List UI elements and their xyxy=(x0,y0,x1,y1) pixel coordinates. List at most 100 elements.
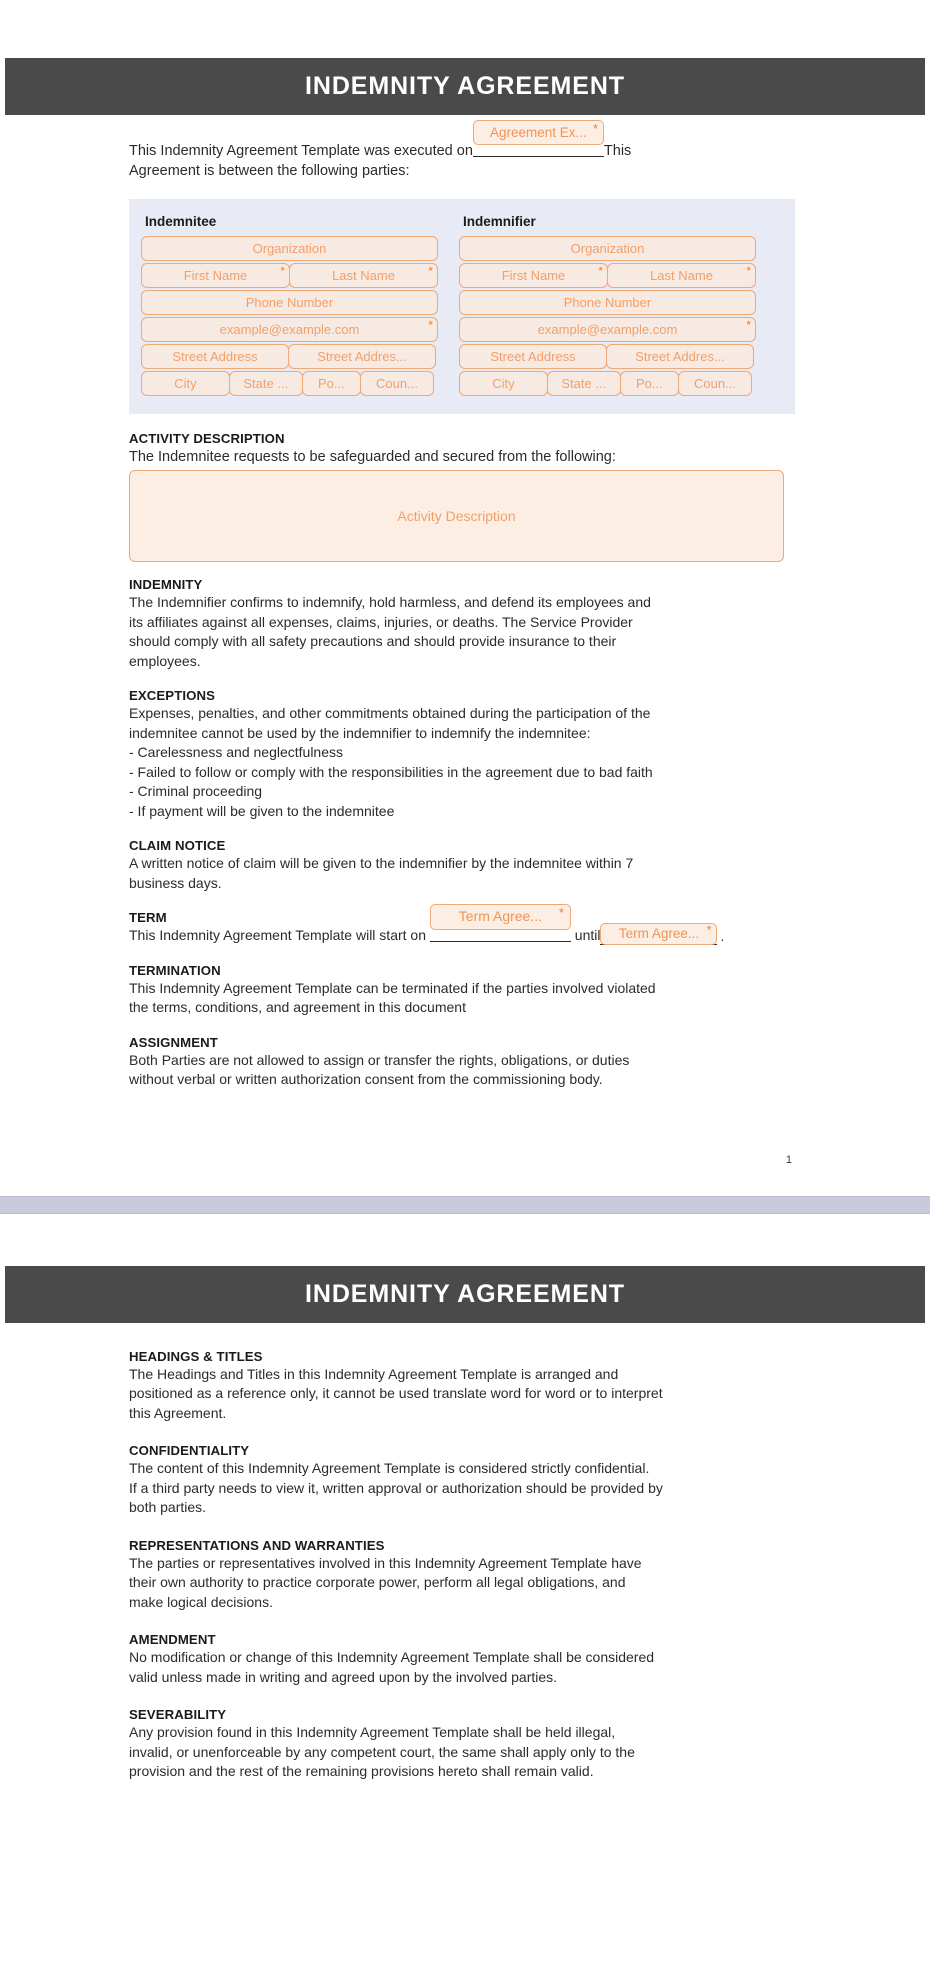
indemnitee-state-input[interactable]: State ... xyxy=(228,371,303,396)
section-claim-notice: CLAIM NOTICE A written notice of claim w… xyxy=(129,838,795,893)
indemnifier-street-address-input[interactable]: Street Address xyxy=(459,344,607,369)
claim-notice-heading: CLAIM NOTICE xyxy=(129,838,226,853)
indemnitee-street-address-2-input[interactable]: Street Addres... xyxy=(288,344,436,369)
indemnifier-country-input[interactable]: Coun... xyxy=(677,371,752,396)
indemnity-line-1: The Indemnifier confirms to indemnify, h… xyxy=(129,594,651,610)
page-break-bar xyxy=(0,1195,930,1214)
document-page-2: INDEMNITY AGREEMENT HEADINGS & TITLES Th… xyxy=(0,1213,930,1782)
term-start-date-field[interactable]: Term Agree... * xyxy=(429,904,571,930)
confidentiality-line-3: both parties. xyxy=(129,1499,207,1515)
indemnitee-country-input[interactable]: Coun... xyxy=(359,371,434,396)
term-text-before: This Indemnity Agreement Template will s… xyxy=(129,927,426,943)
indemnifier-phone-placeholder: Phone Number xyxy=(563,295,652,310)
activity-description-placeholder: Activity Description xyxy=(397,508,516,524)
indemnitee-organization-placeholder: Organization xyxy=(252,241,327,256)
indemnitee-street-address-input[interactable]: Street Address xyxy=(141,344,289,369)
required-asterisk-icon: * xyxy=(592,121,598,136)
indemnitee-first-name-placeholder: First Name xyxy=(183,268,248,283)
severability-body: Any provision found in this Indemnity Ag… xyxy=(129,1723,795,1782)
activity-description-lead: The Indemnitee requests to be safeguarde… xyxy=(129,449,616,465)
exceptions-body: Expenses, penalties, and other commitmen… xyxy=(129,704,795,821)
indemnitee-name-row: First Name * Last Name * xyxy=(141,263,438,288)
indemnifier-country-placeholder: Coun... xyxy=(694,376,736,391)
term-body: This Indemnity Agreement Template will s… xyxy=(129,904,795,946)
document-page-1: INDEMNITY AGREEMENT This Indemnity Agree… xyxy=(0,0,930,1196)
intro-text-before: This Indemnity Agreement Template was ex… xyxy=(129,143,473,159)
claim-notice-line-1: A written notice of claim will be given … xyxy=(129,855,634,871)
headings-titles-line-3: this Agreement. xyxy=(129,1404,227,1421)
indemnifier-email-row: example@example.com * xyxy=(459,317,756,342)
exceptions-bullet-3: - Criminal proceeding xyxy=(129,783,263,799)
claim-notice-body: A written notice of claim will be given … xyxy=(129,854,795,893)
indemnity-line-3: should comply with all safety precaution… xyxy=(129,633,617,649)
activity-description-textarea[interactable]: Activity Description xyxy=(129,470,784,562)
agreement-execution-date-field[interactable]: Agreement Ex... * xyxy=(472,120,604,145)
document-root: INDEMNITY AGREEMENT This Indemnity Agree… xyxy=(0,0,930,1782)
termination-line-2: the terms, conditions, and agreement in … xyxy=(129,999,466,1015)
indemnitee-phone-input[interactable]: Phone Number xyxy=(141,290,438,315)
indemnifier-phone-input[interactable]: Phone Number xyxy=(459,290,756,315)
document-title-banner-page-2: INDEMNITY AGREEMENT xyxy=(5,1265,925,1323)
section-termination: TERMINATION This Indemnity Agreement Tem… xyxy=(129,963,795,1018)
section-activity-description: ACTIVITY DESCRIPTION The Indemnitee requ… xyxy=(129,431,795,562)
indemnitee-city-input[interactable]: City xyxy=(141,371,230,396)
indemnitee-city-placeholder: City xyxy=(174,376,197,391)
indemnitee-phone-row: Phone Number xyxy=(141,290,438,315)
intro-paragraph: This Indemnity Agreement Template was ex… xyxy=(129,120,795,181)
indemnifier-organization-input[interactable]: Organization xyxy=(459,236,756,261)
exceptions-bullet-1: - Carelessness and neglectfulness xyxy=(129,744,344,760)
severability-heading: SEVERABILITY xyxy=(129,1707,227,1722)
activity-description-heading: ACTIVITY DESCRIPTION xyxy=(129,431,285,446)
page-1-content: This Indemnity Agreement Template was ex… xyxy=(0,120,930,1090)
termination-line-1: This Indemnity Agreement Template can be… xyxy=(129,979,656,996)
page-number-1: 1 xyxy=(785,1153,792,1166)
term-start-date-field-wrap: Term Agree... * xyxy=(429,904,571,946)
indemnifier-email-input[interactable]: example@example.com * xyxy=(459,317,756,342)
term-end-date-field[interactable]: Term Agree... * xyxy=(600,923,718,945)
section-headings-titles: HEADINGS & TITLES The Headings and Title… xyxy=(129,1349,795,1424)
indemnifier-city-placeholder: City xyxy=(492,376,515,391)
indemnifier-first-name-input[interactable]: First Name * xyxy=(459,263,608,288)
required-asterisk-icon: * xyxy=(746,318,751,332)
indemnifier-last-name-input[interactable]: Last Name * xyxy=(607,263,756,288)
required-asterisk-icon: * xyxy=(746,264,751,278)
indemnitee-email-input[interactable]: example@example.com * xyxy=(141,317,438,342)
indemnity-heading: INDEMNITY xyxy=(129,577,203,592)
document-title-banner: INDEMNITY AGREEMENT xyxy=(5,58,925,115)
indemnitee-country-placeholder: Coun... xyxy=(376,376,418,391)
indemnifier-column: Indemnifier Organization First Name * La… xyxy=(459,214,756,398)
required-asterisk-icon: * xyxy=(706,923,712,937)
term-text-after: . xyxy=(720,928,725,944)
section-amendment: AMENDMENT No modification or change of t… xyxy=(129,1632,795,1687)
required-asterisk-icon: * xyxy=(428,318,433,332)
representations-body: The parties or representatives involved … xyxy=(129,1554,795,1613)
headings-titles-body: The Headings and Titles in this Indemnit… xyxy=(129,1365,795,1424)
exceptions-line-2: indemnitee cannot be used by the indemni… xyxy=(129,724,591,741)
indemnitee-last-name-input[interactable]: Last Name * xyxy=(289,263,438,288)
assignment-heading: ASSIGNMENT xyxy=(129,1034,218,1050)
representations-heading: REPRESENTATIONS AND WARRANTIES xyxy=(129,1537,385,1553)
agreement-execution-date-underline xyxy=(472,156,604,157)
agreement-execution-date-placeholder: Agreement Ex... xyxy=(490,124,587,140)
indemnifier-name-row: First Name * Last Name * xyxy=(459,263,756,288)
indemnitee-first-name-input[interactable]: First Name * xyxy=(141,263,290,288)
representations-line-1: The parties or representatives involved … xyxy=(129,1554,642,1571)
indemnitee-street-address-2-placeholder: Street Addres... xyxy=(317,349,407,364)
indemnitee-email-placeholder: example@example.com xyxy=(219,322,360,337)
term-start-date-placeholder: Term Agree... xyxy=(458,908,543,925)
indemnitee-organization-input[interactable]: Organization xyxy=(141,236,438,261)
indemnifier-street-address-2-input[interactable]: Street Addres... xyxy=(606,344,754,369)
indemnifier-postal-code-input[interactable]: Po... xyxy=(619,371,679,396)
amendment-heading: AMENDMENT xyxy=(129,1632,216,1647)
agreement-execution-date-field-wrap: Agreement Ex... * xyxy=(472,120,604,157)
indemnifier-state-input[interactable]: State ... xyxy=(546,371,621,396)
indemnifier-street-address-2-placeholder: Street Addres... xyxy=(635,349,725,364)
assignment-body: Both Parties are not allowed to assign o… xyxy=(129,1051,795,1090)
indemnifier-city-input[interactable]: City xyxy=(459,371,548,396)
section-representations-warranties: REPRESENTATIONS AND WARRANTIES The parti… xyxy=(129,1538,795,1613)
exceptions-heading: EXCEPTIONS xyxy=(129,688,216,703)
indemnitee-postal-code-input[interactable]: Po... xyxy=(301,371,361,396)
claim-notice-line-2: business days. xyxy=(129,874,222,891)
indemnitee-phone-placeholder: Phone Number xyxy=(245,295,334,310)
termination-heading: TERMINATION xyxy=(129,962,221,978)
